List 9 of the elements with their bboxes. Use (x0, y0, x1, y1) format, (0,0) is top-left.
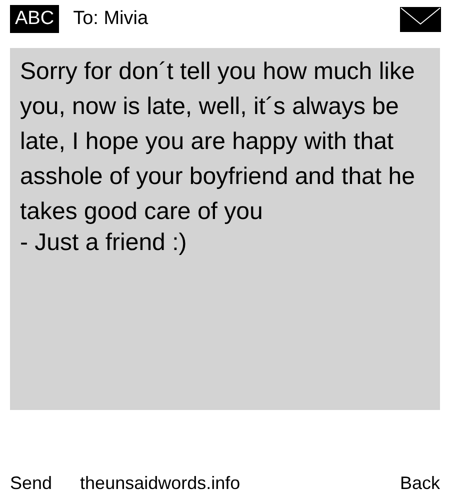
recipient-label: To: Mivia (73, 6, 148, 31)
message-text: Sorry for don´t tell you how much like you, now is late, well, it´s always be late, I hope you are happy with that asshole of your boyfriend and that he takes good care of you (20, 57, 416, 227)
website-label: theunsaidwords.info (80, 472, 240, 495)
message-area[interactable]: Sorry for don´t tell you how much like you, now is late, well, it´s always be late, I hope you are happy with that asshole of your boyfriend and that he takes good care of you - Just a friend :) (10, 48, 440, 410)
input-mode-indicator: ABC (10, 5, 60, 33)
send-softkey[interactable]: Send (10, 470, 52, 497)
envelope-icon (400, 6, 441, 32)
signature-text: - Just a friend :) (20, 229, 188, 257)
back-softkey[interactable]: Back (400, 470, 440, 497)
